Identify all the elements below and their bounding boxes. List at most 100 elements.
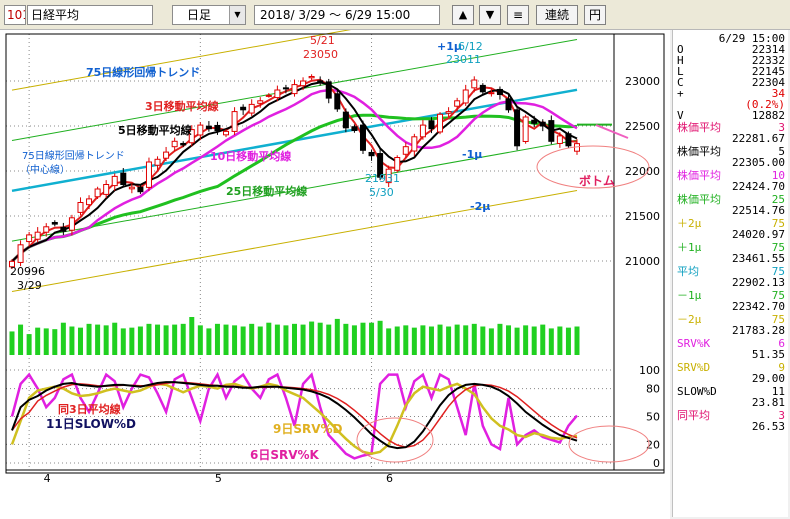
indicator-label: －1μ xyxy=(677,289,702,302)
period-select[interactable]: 日足 ▼ xyxy=(172,5,246,25)
candle-body xyxy=(522,116,529,142)
indicator-value-row: 22514.76 xyxy=(677,205,785,216)
volume-bar xyxy=(18,324,24,355)
candle-body xyxy=(17,244,24,263)
candle-body xyxy=(419,124,426,138)
candle-body xyxy=(342,111,349,129)
candle-body xyxy=(454,100,461,107)
annotation-srvk6: 6日SRV%K xyxy=(250,448,320,462)
indicator-value-row: 24020.97 xyxy=(677,229,785,240)
next-button[interactable]: ▼ xyxy=(479,5,501,25)
indicator-value-row: 22424.70 xyxy=(677,181,785,192)
indicator-value-row: 51.35 xyxy=(677,349,785,360)
name-field[interactable]: 日経平均 xyxy=(27,5,153,25)
volume-bar xyxy=(446,326,452,355)
indicator-value: 22902.13 xyxy=(732,276,785,289)
volume-bar xyxy=(403,325,409,355)
osc-tick-label: 0 xyxy=(653,457,660,470)
bottom-pointer xyxy=(595,124,629,139)
annotation-hi-val: 23050 xyxy=(303,48,338,61)
candle-body xyxy=(308,76,315,79)
volume-bar xyxy=(343,323,349,355)
volume-bar xyxy=(377,320,383,355)
candle-body xyxy=(496,88,503,95)
volume-bar xyxy=(386,328,392,355)
candle-body xyxy=(402,146,409,155)
candle-body xyxy=(359,124,366,151)
indicator-value-row: 26.53 xyxy=(677,421,785,432)
candle-body xyxy=(86,198,93,206)
indicator-label: ＋1μ xyxy=(677,241,702,254)
candle-body xyxy=(51,221,58,225)
volume-bar xyxy=(26,334,32,355)
ohlc-label: + xyxy=(677,87,684,100)
indicator-value-row: 29.00 xyxy=(677,373,785,384)
candle-body xyxy=(163,151,170,159)
indicator-label: 株価平均 xyxy=(677,169,721,182)
candle-body xyxy=(282,87,289,90)
candle-body xyxy=(291,84,298,95)
indicator-label: 平均 xyxy=(677,265,699,278)
indicator-label: 同平均 xyxy=(677,409,710,422)
toolbar: 101 日経平均 日足 ▼ 2018/ 3/29 ～ 6/29 15:00 ▲ … xyxy=(0,0,790,30)
x-tick-label: 4 xyxy=(44,472,51,485)
code-field[interactable]: 101 xyxy=(4,5,26,25)
continuous-button[interactable]: 連続 xyxy=(536,5,578,25)
indicator-value: 22342.70 xyxy=(732,300,785,313)
candle-body xyxy=(462,89,469,104)
ohlc-row: V 12882 xyxy=(677,110,785,121)
candle-body xyxy=(437,113,444,133)
candle-body xyxy=(394,157,401,171)
indicator-value: 23.81 xyxy=(751,396,785,409)
candle-body xyxy=(94,188,101,198)
annotation-minus1: -1μ xyxy=(462,148,482,161)
volume-bar xyxy=(574,326,580,355)
date-range: 2018/ 3/29 ～ 6/29 15:00 xyxy=(254,5,440,25)
volume-bar xyxy=(240,326,246,355)
indicator-value: 22305.00 xyxy=(732,156,785,169)
ohlc-row: C 22304 xyxy=(677,77,785,88)
volume-bar xyxy=(283,325,289,355)
side-panel: 6/29 15:00 O 22314 H 22332 L 22145 C 22304 +34 (0… xyxy=(672,30,788,517)
annotation-lo-date: 5/30 xyxy=(369,186,394,199)
annotation-center2: （中心線） xyxy=(20,163,70,176)
candle-body xyxy=(120,172,127,186)
volume-bar xyxy=(454,324,460,355)
menu-button[interactable]: ≡ xyxy=(507,5,529,25)
volume-bar xyxy=(112,322,118,355)
volume-bar xyxy=(180,323,186,355)
x-tick-label: 5 xyxy=(215,472,222,485)
indicator-label: 株価平均 xyxy=(677,121,721,134)
annotation-ma25: 25日移動平均線 xyxy=(226,184,307,198)
yen-button[interactable]: 円 xyxy=(584,5,606,25)
candle-body xyxy=(103,184,110,195)
volume-bar xyxy=(411,327,417,355)
volume-bar xyxy=(9,331,15,355)
volume-bar xyxy=(189,317,195,355)
candle-body xyxy=(488,92,495,95)
volume-bar xyxy=(146,323,152,355)
volume-bar xyxy=(137,326,143,355)
indicator-label: 株価平均 xyxy=(677,145,721,158)
annotation-ma3: 3日移動平均線 xyxy=(145,99,219,113)
candle-body xyxy=(368,151,375,157)
candle-body xyxy=(565,133,572,147)
candle-body xyxy=(505,98,512,111)
volume-bar xyxy=(214,323,220,355)
volume-bar xyxy=(266,322,272,355)
candle-body xyxy=(325,81,332,99)
indicator-value-row: 22281.67 xyxy=(677,133,785,144)
candle-body xyxy=(154,158,161,166)
prev-button[interactable]: ▲ xyxy=(452,5,474,25)
indicator-label: ＋2μ xyxy=(677,217,702,230)
volume-bar xyxy=(86,323,92,355)
osc-tick-label: 80 xyxy=(646,383,660,396)
volume-bar xyxy=(309,321,315,355)
candle-body xyxy=(60,226,67,232)
volume-bar xyxy=(360,322,366,355)
candle-body xyxy=(205,125,212,130)
indicator-label: SRV%D xyxy=(677,361,711,374)
volume-bar xyxy=(274,324,280,355)
candle-body xyxy=(240,106,247,111)
volume-bar xyxy=(428,326,434,355)
